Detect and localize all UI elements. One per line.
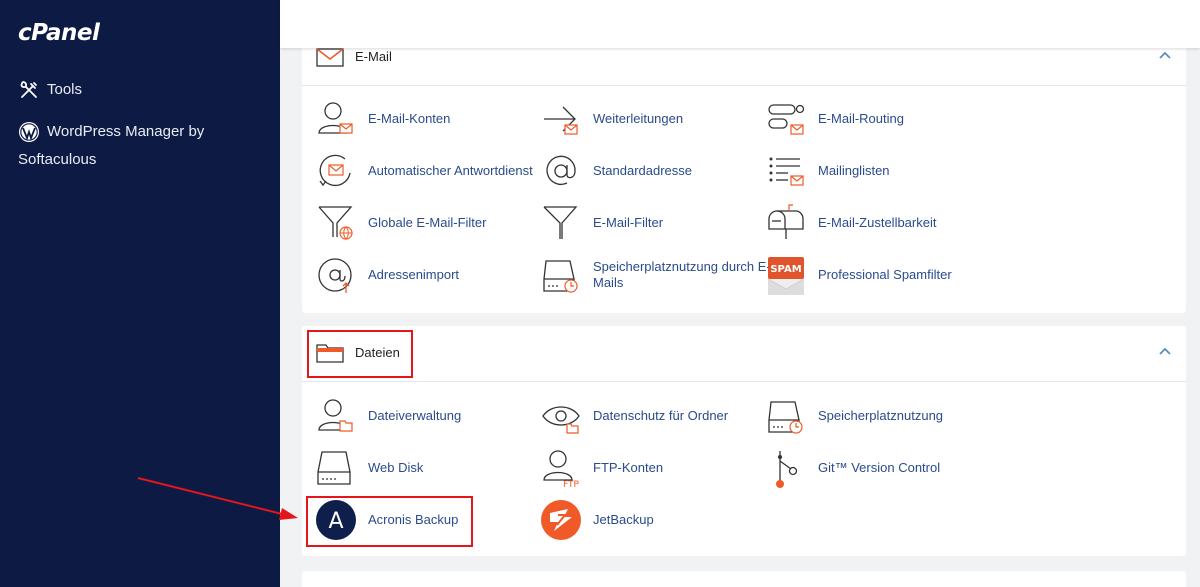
sidebar-item-tools[interactable]: Tools — [18, 76, 82, 104]
spam-badge-text: SPAM — [770, 264, 801, 275]
autoresponders-link[interactable]: Automatischer Antwortdienst — [316, 147, 546, 195]
forwarders-link[interactable]: Weiterleitungen — [541, 95, 771, 143]
disk-usage-link[interactable]: Speicherplatznutzung — [766, 392, 996, 440]
tools-icon — [20, 81, 37, 98]
routing-icon — [768, 104, 805, 135]
autoresponder-icon — [319, 154, 351, 187]
mailing-lists-link[interactable]: Mailinglisten — [766, 147, 996, 195]
acronis-highlight-box — [306, 496, 473, 547]
forward-icon — [544, 106, 578, 135]
disk-usage-icon — [768, 401, 803, 434]
hard-disk-icon — [317, 451, 351, 485]
section-title: E-Mail — [355, 49, 392, 64]
dateien-highlight-box — [307, 330, 413, 378]
email-filters-link[interactable]: E-Mail-Filter — [541, 199, 771, 247]
ftp-accounts-link[interactable]: FTP FTP-Konten — [541, 444, 771, 492]
sidebar-item-label: Tools — [47, 81, 83, 98]
import-at-icon — [318, 258, 352, 293]
email-section: E-Mail E-Mail-Konten Weiterleitungen E-M… — [302, 30, 1186, 313]
email-accounts-link[interactable]: E-Mail-Konten — [316, 95, 546, 143]
jetbackup-icon — [541, 500, 581, 540]
user-folder-icon — [318, 399, 353, 432]
spam-icon: SPAM — [767, 257, 805, 295]
chevron-up-icon[interactable] — [1158, 48, 1172, 62]
git-version-control-link[interactable]: Git™ Version Control — [766, 444, 996, 492]
global-email-filters-link[interactable]: Globale E-Mail-Filter — [316, 199, 546, 247]
at-sign-icon — [546, 155, 576, 185]
jetbackup-link[interactable]: JetBackup — [541, 496, 771, 544]
web-disk-link[interactable]: Web Disk — [316, 444, 546, 492]
mailing-list-icon — [769, 157, 804, 186]
filter-globe-icon — [318, 206, 353, 240]
disk-usage-icon — [543, 260, 578, 293]
next-section — [302, 571, 1186, 587]
git-icon — [776, 451, 798, 488]
file-manager-link[interactable]: Dateiverwaltung — [316, 392, 546, 440]
annotation-arrow — [137, 477, 298, 520]
ftp-tag-text: FTP — [563, 480, 580, 488]
default-address-link[interactable]: Standardadresse — [541, 147, 771, 195]
envelope-icon — [316, 48, 344, 67]
filter-icon — [543, 206, 578, 239]
address-importer-link[interactable]: Adressenimport — [316, 251, 546, 299]
eye-folder-icon — [542, 406, 580, 434]
user-mail-icon — [318, 102, 353, 134]
cpanel-logo[interactable]: cPanel — [18, 20, 100, 46]
email-deliverability-link[interactable]: E-Mail-Zustellbarkeit — [766, 199, 996, 247]
sidebar-item-wordpress-manager[interactable]: WordPress Manager by Softaculous — [18, 118, 248, 174]
files-section-header[interactable]: Dateien — [302, 326, 1186, 382]
top-bar — [280, 0, 1200, 48]
email-disk-usage-link[interactable]: Speicherplatznutzung durch E-Mails — [541, 251, 771, 299]
sidebar-item-label: WordPress Manager by Softaculous — [18, 123, 205, 168]
email-routing-link[interactable]: E-Mail-Routing — [766, 95, 996, 143]
ftp-user-icon: FTP — [543, 450, 580, 488]
professional-spam-filter-link[interactable]: SPAM Professional Spamfilter — [766, 251, 996, 299]
wordpress-icon — [19, 122, 39, 143]
chevron-up-icon[interactable] — [1158, 344, 1172, 358]
directory-privacy-link[interactable]: Datenschutz für Ordner — [541, 392, 771, 440]
mailbox-icon — [768, 204, 804, 239]
